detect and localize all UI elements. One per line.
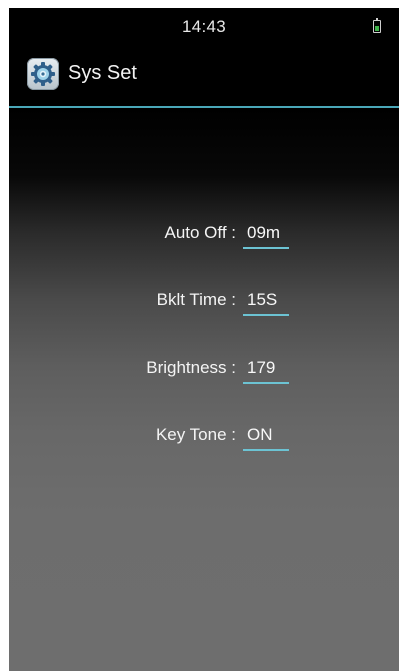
setting-label: Brightness :	[146, 358, 236, 377]
setting-row-key-tone[interactable]: Key Tone : ON	[9, 421, 399, 451]
settings-panel: Auto Off : 09m Bklt Time : 15S Brightnes…	[9, 108, 399, 671]
setting-value-field[interactable]: 09m	[243, 223, 289, 249]
setting-value-field[interactable]: 179	[243, 358, 289, 384]
device-screen: 14:43 Sys Set Auto Off: 09m Bklt Time:…	[9, 8, 399, 671]
setting-value-field[interactable]: ON	[243, 425, 289, 451]
battery-icon	[373, 18, 381, 33]
setting-row-bklt-time[interactable]: Bklt Time : 15S	[9, 286, 399, 316]
status-time: 14:43	[181, 17, 227, 36]
gear-icon[interactable]	[27, 58, 59, 90]
setting-label: Bklt Time :	[156, 290, 236, 309]
setting-label: Key Tone :	[155, 425, 236, 444]
title-bar: Sys Set	[9, 40, 399, 107]
setting-row-brightness[interactable]: Brightness : 179	[9, 354, 399, 384]
battery-level-fill	[375, 25, 379, 31]
page-title: Sys Set	[68, 62, 137, 84]
setting-row-auto-off[interactable]: Auto Off : 09m	[9, 219, 399, 249]
setting-label: Auto Off :	[164, 223, 236, 242]
status-bar: 14:43	[9, 8, 399, 40]
setting-value-field[interactable]: 15S	[243, 290, 289, 316]
